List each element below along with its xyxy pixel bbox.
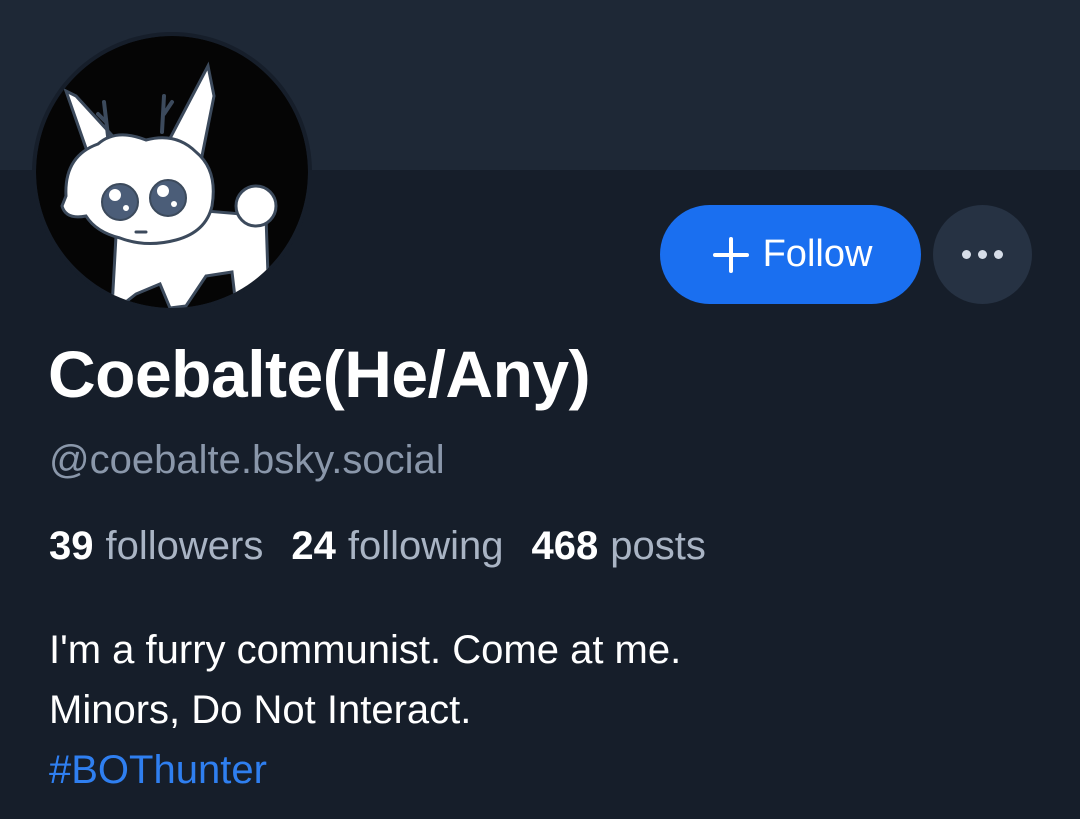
profile-bio: I'm a furry communist. Come at me. Minor… bbox=[49, 620, 681, 800]
posts-label: posts bbox=[610, 524, 706, 568]
profile-handle: @coebalte.bsky.social bbox=[49, 438, 445, 482]
followers-label: followers bbox=[105, 524, 264, 568]
plus-icon bbox=[712, 236, 749, 273]
profile-page: Follow Coebalte(He/Any) @coebalte.bsky.s… bbox=[0, 0, 1080, 819]
follow-button-label: Follow bbox=[762, 233, 873, 275]
following-stat[interactable]: 24 following bbox=[291, 524, 503, 569]
bio-line-1: I'm a furry communist. Come at me. bbox=[49, 628, 682, 672]
followers-stat[interactable]: 39 followers bbox=[49, 524, 263, 569]
following-count: 24 bbox=[291, 524, 336, 568]
followers-count: 39 bbox=[49, 524, 94, 568]
avatar-image bbox=[36, 36, 308, 308]
following-label: following bbox=[347, 524, 504, 568]
hashtag-link[interactable]: #BOThunter bbox=[49, 740, 681, 800]
follow-button[interactable]: Follow bbox=[660, 205, 921, 304]
profile-stats: 39 followers 24 following 468 posts bbox=[49, 524, 706, 569]
ellipsis-icon bbox=[978, 250, 987, 259]
posts-count: 468 bbox=[531, 524, 599, 568]
ellipsis-icon bbox=[962, 250, 971, 259]
display-name: Coebalte(He/Any) bbox=[48, 337, 591, 411]
posts-stat: 468 posts bbox=[532, 524, 706, 569]
more-options-button[interactable] bbox=[933, 205, 1032, 304]
avatar[interactable] bbox=[32, 32, 312, 312]
bio-line-2: Minors, Do Not Interact. bbox=[49, 688, 472, 732]
ellipsis-icon bbox=[994, 250, 1003, 259]
